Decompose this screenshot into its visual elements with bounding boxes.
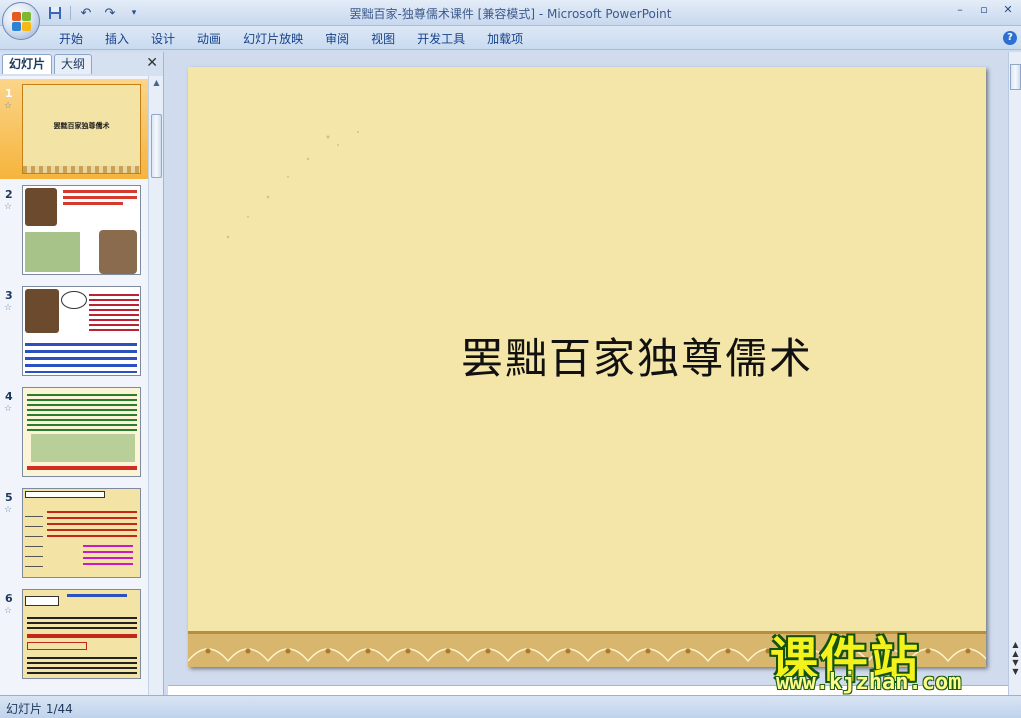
thumbnail-caption: 罢黜百家独尊儒术 <box>53 122 110 130</box>
thumbnail-preview: 罢黜百家独尊儒术 <box>22 84 141 174</box>
tab-home[interactable]: 开始 <box>48 30 94 48</box>
scrollbar-thumb[interactable] <box>151 114 162 178</box>
animation-star-icon: ☆ <box>4 202 13 212</box>
help-icon[interactable]: ? <box>1003 31 1017 45</box>
close-icon[interactable]: ✕ <box>1001 3 1015 17</box>
animation-star-icon: ☆ <box>4 101 13 111</box>
slides-pane: 幻灯片 大纲 ✕ 1 ☆ 罢黜百家独尊儒术 2 ☆ 3 ☆ 4 ☆ 5 ☆ 6 … <box>0 52 164 695</box>
tab-animation[interactable]: 动画 <box>186 30 232 48</box>
slide-scrollbar[interactable]: ▲ ▲ ▼ ▼ <box>1008 52 1021 695</box>
slide-number: 3 <box>5 289 13 302</box>
slide-number: 5 <box>5 491 13 504</box>
slide-thumbnail-6[interactable]: 6 ☆ <box>0 584 148 684</box>
thumbnail-preview <box>22 286 141 376</box>
tab-slideshow[interactable]: 幻灯片放映 <box>232 30 314 48</box>
tab-slides[interactable]: 幻灯片 <box>2 54 53 74</box>
slide-number: 6 <box>5 592 13 605</box>
thumbnail-preview <box>22 185 141 275</box>
office-button[interactable] <box>2 2 40 40</box>
watermark-url: www.kjzhan.com <box>776 670 962 695</box>
ribbon-tabs: 开始 插入 设计 动画 幻灯片放映 审阅 视图 开发工具 加载项 <box>48 30 534 48</box>
thumbnail-preview <box>22 589 141 679</box>
slide-number: 2 <box>5 188 13 201</box>
scroll-up-icon[interactable]: ▲ <box>151 78 162 88</box>
restore-icon[interactable]: ▫ <box>977 3 991 17</box>
animation-star-icon: ☆ <box>4 606 13 616</box>
minimize-icon[interactable]: – <box>953 3 967 17</box>
ribbon: 开始 插入 设计 动画 幻灯片放映 审阅 视图 开发工具 加载项 ? <box>0 26 1021 50</box>
thumbnail-border <box>23 166 140 173</box>
thumbnail-preview <box>22 488 141 578</box>
slide-counter: 幻灯片 1/44 <box>6 702 73 716</box>
portrait-image <box>25 289 59 333</box>
tab-review[interactable]: 审阅 <box>314 30 360 48</box>
slide-editor: 罢黜百家独尊儒术 <box>168 52 1008 695</box>
animation-star-icon: ☆ <box>4 505 13 515</box>
tab-design[interactable]: 设计 <box>140 30 186 48</box>
slide-thumbnail-5[interactable]: 5 ☆ <box>0 483 148 583</box>
thumbnail-scrollbar[interactable]: ▲ <box>148 76 163 695</box>
slide-number: 1 <box>5 87 13 100</box>
tab-view[interactable]: 视图 <box>360 30 406 48</box>
tab-outline[interactable]: 大纲 <box>54 54 93 74</box>
slide-nav-icons[interactable]: ▲ ▲ ▼ ▼ <box>1010 640 1021 676</box>
slide-title[interactable]: 罢黜百家独尊儒术 <box>188 325 986 386</box>
paper-texture-decoration <box>226 131 359 239</box>
watermark-logo: 课件站 www.kjzhan.com <box>770 620 1002 696</box>
animation-star-icon: ☆ <box>4 303 13 313</box>
slide-thumbnail-4[interactable]: 4 ☆ <box>0 382 148 482</box>
portrait-image <box>25 188 57 226</box>
thumbnail-list: 1 ☆ 罢黜百家独尊儒术 2 ☆ 3 ☆ 4 ☆ 5 ☆ 6 ☆ <box>0 76 148 695</box>
office-logo-icon <box>12 12 31 31</box>
illustration-image <box>99 230 137 274</box>
illustration-image <box>31 434 135 462</box>
scrollbar-thumb[interactable] <box>1010 64 1021 90</box>
close-pane-icon[interactable]: ✕ <box>146 55 158 71</box>
tab-developer[interactable]: 开发工具 <box>406 30 476 48</box>
animation-star-icon: ☆ <box>4 404 13 414</box>
title-bar: ↶ ↷ ▾ 罢黜百家-独尊儒术课件 [兼容模式] - Microsoft Pow… <box>0 0 1021 26</box>
current-slide[interactable]: 罢黜百家独尊儒术 <box>188 67 986 667</box>
tab-addins[interactable]: 加载项 <box>476 30 534 48</box>
slide-thumbnail-3[interactable]: 3 ☆ <box>0 281 148 381</box>
tab-insert[interactable]: 插入 <box>94 30 140 48</box>
illustration-image <box>25 232 80 272</box>
status-bar: 幻灯片 1/44 <box>0 695 1021 718</box>
slide-thumbnail-1[interactable]: 1 ☆ 罢黜百家独尊儒术 <box>0 79 148 179</box>
slide-number: 4 <box>5 390 13 403</box>
slide-thumbnail-2[interactable]: 2 ☆ <box>0 180 148 280</box>
thumbnail-preview <box>22 387 141 477</box>
window-title: 罢黜百家-独尊儒术课件 [兼容模式] - Microsoft PowerPoin… <box>349 7 672 21</box>
